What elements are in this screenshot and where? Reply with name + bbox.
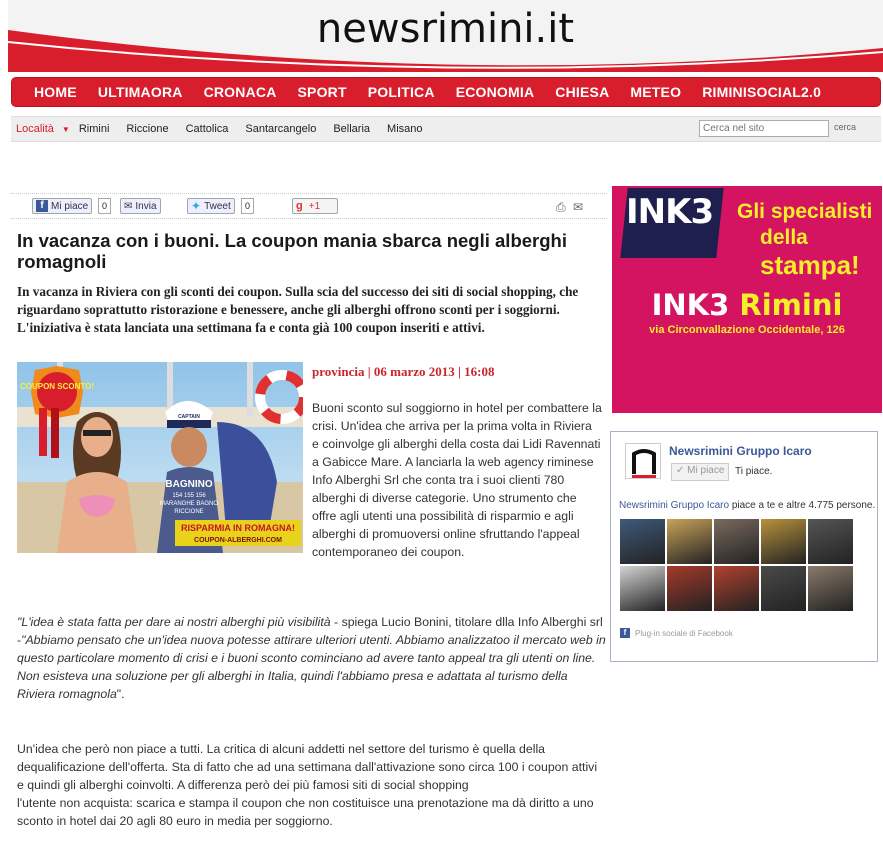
location-nav: Località ▼ Rimini Riccione Cattolica San… (11, 116, 881, 142)
facebook-icon: f (36, 200, 48, 212)
facebook-plugin-label[interactable]: Plug-in sociale di Facebook (635, 629, 733, 638)
tweet-button[interactable]: ✦ Tweet (187, 198, 235, 214)
page-logo[interactable] (625, 443, 661, 479)
site-logo[interactable]: newsrimini.it (8, 6, 883, 52)
cap-text: CAPTAIN (178, 414, 200, 420)
friend-avatar[interactable] (714, 519, 759, 564)
nav-meteo[interactable]: METEO (630, 84, 681, 100)
nav-cronaca[interactable]: CRONACA (204, 84, 277, 100)
town-link[interactable]: Bellaria (333, 123, 370, 135)
email-icon[interactable]: ✉ (573, 200, 583, 214)
nav-ultimaora[interactable]: ULTIMAORA (98, 84, 183, 100)
search-button[interactable]: cerca (834, 122, 856, 132)
masthead: newsrimini.it (8, 0, 883, 72)
twitter-icon: ✦ (191, 199, 202, 213)
facebook-friends-line: Newsrimini Gruppo Icaro piace a te e alt… (619, 500, 875, 511)
town-link[interactable]: Misano (387, 123, 422, 135)
friend-avatar[interactable] (667, 519, 712, 564)
photo-banner-2: COUPON-ALBERGHI.COM (194, 537, 282, 544)
town-link[interactable]: Cattolica (186, 123, 229, 135)
ad-tagline-2: della stampa! (760, 226, 882, 281)
facebook-friends-count: piace a te e altre 4.775 persone. (729, 500, 876, 511)
facebook-page-like-label: Mi piace (687, 465, 725, 476)
shirt-text-3: MARANGHE BAGNO (160, 501, 218, 507)
tweet-count: 0 (241, 198, 255, 214)
friend-avatar[interactable] (761, 519, 806, 564)
article-photo: COUPON SCONTO! CAPTAIN BAGNINO 154 155 1… (17, 362, 303, 553)
article-paragraph: l'utente non acquista: scarica e stampa … (17, 796, 594, 828)
nav-politica[interactable]: POLITICA (368, 84, 435, 100)
article-paragraph: Un'idea che però non piace a tutti. La c… (17, 742, 598, 792)
shirt-text-4: RICCIONE (174, 509, 203, 515)
town-link[interactable]: Santarcangelo (245, 123, 316, 135)
send-icon: ✉ (124, 200, 133, 212)
nav-chiesa[interactable]: CHIESA (555, 84, 609, 100)
coupon-badge-text: COUPON SCONTO! (20, 382, 94, 391)
google-plus-icon: g (296, 200, 303, 212)
facebook-page-like-button[interactable]: ✓ Mi piace (671, 463, 730, 481)
town-link[interactable]: Rimini (79, 123, 110, 135)
shirt-text-2: 154 155 156 (172, 493, 206, 499)
send-button[interactable]: ✉ Invia (120, 198, 161, 214)
ad-tagline-1: Gli specialisti (737, 200, 873, 223)
article-section[interactable]: provincia (312, 364, 365, 379)
article-body-intro: Buoni sconto sul soggiorno in hotel per … (312, 401, 602, 559)
friend-avatar[interactable] (808, 566, 853, 611)
dropdown-arrow-icon[interactable]: ▼ (62, 125, 70, 134)
google-plus-button[interactable]: g +1 (292, 198, 338, 214)
search-input[interactable] (699, 120, 829, 137)
share-bar: f Mi piace 0 ✉ Invia ✦ Tweet 0 g +1 ⎙ ✉ (11, 193, 607, 219)
friend-avatar[interactable] (667, 566, 712, 611)
facebook-like-button[interactable]: f Mi piace (32, 198, 93, 214)
town-link[interactable]: Riccione (126, 123, 168, 135)
article-body-critique: Un'idea che però non piace a tutti. La c… (17, 740, 607, 830)
photo-banner-1: RISPARMIA IN ROMAGNA! (181, 523, 295, 533)
newsrimini-n-icon (632, 449, 656, 478)
ad-address: via Circonvallazione Occidentale, 126 (649, 324, 845, 336)
quote-part-2: "Abbiamo pensato che un'idea nuova potes… (17, 633, 606, 701)
shirt-text-1: BAGNINO (165, 479, 212, 490)
ink3-advertisement[interactable]: INK3 Gli specialisti della stampa! INK3 … (612, 186, 882, 413)
ad-city-brand: INK3 (651, 288, 740, 322)
article-date: 06 marzo 2013 (373, 364, 455, 379)
facebook-faces (620, 519, 865, 611)
facebook-icon: f (620, 628, 630, 638)
ad-tagline-2a: della (760, 226, 808, 249)
ad-city: INK3 Rimini (612, 288, 882, 322)
quote-end: ". (116, 687, 125, 701)
friend-avatar[interactable] (808, 519, 853, 564)
article-tools: ⎙ ✉ (556, 200, 583, 215)
facebook-like-count: 0 (98, 198, 112, 214)
ad-tagline-2b: stampa! (760, 250, 860, 280)
facebook-friends-page[interactable]: Newsrimini Gruppo Icaro (619, 500, 729, 511)
location-label[interactable]: Località (16, 123, 54, 135)
article-meta: provincia | 06 marzo 2013 | 16:08 (312, 364, 495, 379)
facebook-likes-text: Ti piace. (735, 466, 773, 477)
tweet-label: Tweet (204, 200, 231, 212)
main-nav: HOME ULTIMAORA CRONACA SPORT POLITICA EC… (11, 77, 881, 107)
facebook-like-box: Newsrimini Gruppo Icaro ✓ Mi piace Ti pi… (610, 431, 878, 662)
ad-city-name: Rimini (739, 288, 843, 322)
friend-avatar[interactable] (714, 566, 759, 611)
friend-avatar[interactable] (761, 566, 806, 611)
nav-sport[interactable]: SPORT (298, 84, 347, 100)
article-quote: "L'idea è stata fatta per dare ai nostri… (17, 613, 607, 703)
friend-avatar[interactable] (620, 519, 665, 564)
facebook-like-label: Mi piace (51, 200, 89, 212)
nav-economia[interactable]: ECONOMIA (456, 84, 535, 100)
google-plus-label: +1 (308, 200, 321, 212)
article-time: 16:08 (464, 364, 495, 379)
ink3-logo: INK3 (626, 192, 714, 232)
nav-home[interactable]: HOME (34, 84, 77, 100)
print-icon[interactable]: ⎙ (556, 200, 566, 214)
quote-part-1: "L'idea è stata fatta per dare ai nostri… (17, 615, 331, 629)
facebook-page-name[interactable]: Newsrimini Gruppo Icaro (669, 444, 812, 458)
article-title: In vacanza con i buoni. La coupon mania … (17, 230, 567, 272)
facebook-plugin-footer: f Plug-in sociale di Facebook (620, 628, 733, 638)
article-lead: In vacanza in Riviera con gli sconti dei… (17, 284, 579, 335)
send-label: Invia (135, 200, 157, 212)
nav-riminisocial[interactable]: RIMINISOCIAL2.0 (702, 84, 821, 100)
friend-avatar[interactable] (620, 566, 665, 611)
